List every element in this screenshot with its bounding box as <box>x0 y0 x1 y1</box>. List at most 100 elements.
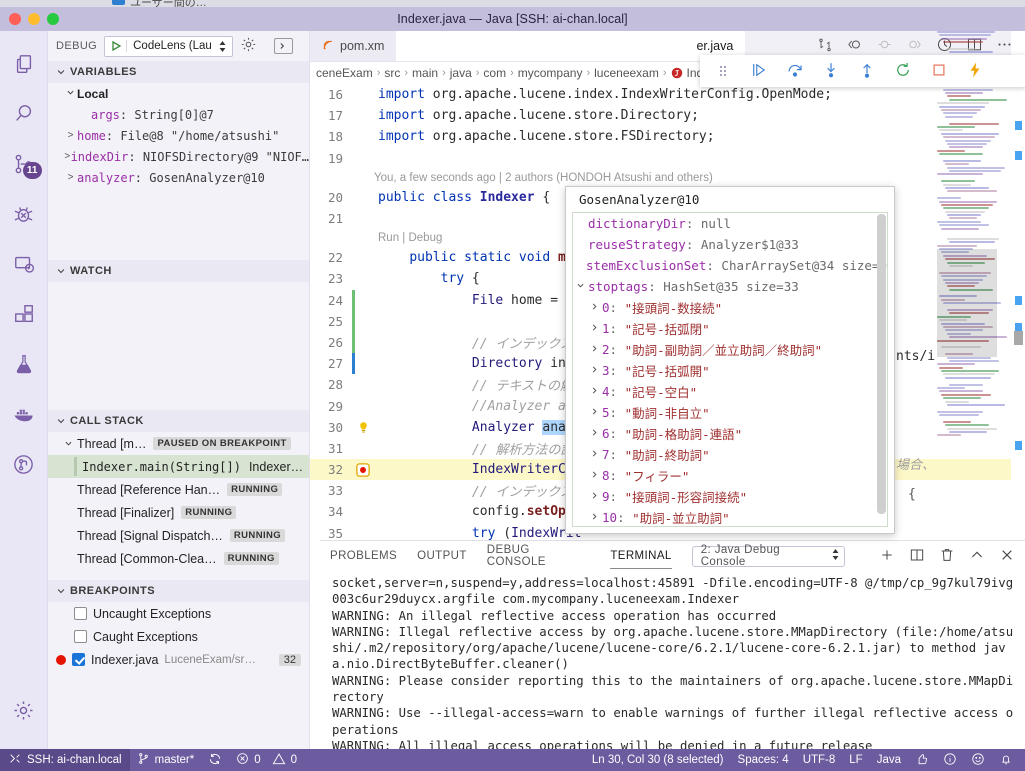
breadcrumb-item[interactable]: mycompany <box>518 66 583 80</box>
hover-variable-row[interactable]: reuseStrategy: Analyzer$1@33 <box>573 234 887 255</box>
variable-scope-local[interactable]: Local <box>48 83 309 104</box>
status-cursor-position[interactable]: Ln 30, Col 30 (8 selected) <box>585 749 731 771</box>
step-into-button[interactable] <box>816 56 846 86</box>
hover-stoptag-row[interactable]: 5: "動詞-非自立" <box>573 402 887 423</box>
editor-tab-pom-xml[interactable]: pom.xm <box>310 31 396 61</box>
panel-tab-output[interactable]: OUTPUT <box>417 541 467 571</box>
variable-row-analyzer[interactable]: > analyzer: GosenAnalyzer@10 <box>48 167 309 188</box>
debug-hover-popup[interactable]: GosenAnalyzer@10 dictionaryDir: nullreus… <box>565 186 895 534</box>
chevron-right-icon[interactable] <box>587 491 602 503</box>
hover-variable-row[interactable]: stoptags: HashSet@35 size=33 <box>573 276 887 297</box>
hover-stoptag-row[interactable]: 1: "記号-括弧閉" <box>573 318 887 339</box>
breakpoints-section-header[interactable]: BREAKPOINTS <box>48 580 309 602</box>
close-panel-icon[interactable] <box>999 547 1015 566</box>
chevron-right-icon[interactable] <box>587 344 602 356</box>
hover-stoptag-row[interactable]: 3: "記号-括弧開" <box>573 360 887 381</box>
status-language-mode[interactable]: Java <box>870 749 908 771</box>
hover-variable-row[interactable]: dictionaryDir: null <box>573 213 887 234</box>
hover-variable-row[interactable]: stemExclusionSet: CharArraySet@34 size=0 <box>573 255 887 276</box>
split-terminal-icon[interactable] <box>909 547 925 566</box>
breadcrumb-item[interactable]: luceneexam <box>594 66 659 80</box>
floating-debug-toolbar[interactable] <box>700 55 1025 87</box>
activity-item-explorer[interactable] <box>0 39 48 89</box>
activity-item-testing[interactable] <box>0 339 48 389</box>
breakpoint-indexer-java[interactable]: Indexer.java LuceneExam/sr… 32 <box>48 648 309 671</box>
activity-item-remote-explorer[interactable] <box>0 239 48 289</box>
activity-item-gitlens[interactable] <box>0 439 48 489</box>
variable-row-home[interactable]: > home: File@8 "/home/atsushi" <box>48 125 309 146</box>
status-sync[interactable] <box>201 749 229 771</box>
breadcrumb-item[interactable]: main <box>412 66 438 80</box>
terminal-output[interactable]: socket,server=n,suspend=y,address=localh… <box>320 571 1025 771</box>
status-indentation[interactable]: Spaces: 4 <box>731 749 796 771</box>
activity-item-docker[interactable] <box>0 389 48 439</box>
step-out-button[interactable] <box>852 56 882 86</box>
terminal-selector[interactable]: 2: Java Debug Console <box>692 546 845 567</box>
chevron-right-icon[interactable]: > <box>64 172 77 183</box>
hot-reload-button[interactable] <box>960 56 990 86</box>
variable-row-indexdir[interactable]: > indexDir: NIOFSDirectory@9 "NIOF… <box>48 146 309 167</box>
chevron-down-icon[interactable] <box>64 439 77 448</box>
chevron-right-icon[interactable] <box>587 470 602 482</box>
chevron-right-icon[interactable] <box>587 323 602 335</box>
activity-item-extensions[interactable] <box>0 289 48 339</box>
open-debug-console-button[interactable] <box>274 38 293 54</box>
hover-popup-scrollbar[interactable] <box>877 214 886 514</box>
circle-icon[interactable] <box>876 36 893 56</box>
twisty-icon[interactable] <box>573 281 588 293</box>
maximize-panel-icon[interactable] <box>969 547 985 566</box>
variable-row-args[interactable]: args: String[0]@7 <box>48 104 309 125</box>
hover-stoptag-row[interactable]: 0: "接頭詞-数接続" <box>573 297 887 318</box>
restart-button[interactable] <box>888 56 918 86</box>
status-info[interactable] <box>936 749 964 771</box>
panel-tab-debug-console[interactable]: DEBUG CONSOLE <box>487 541 591 571</box>
chevron-right-icon[interactable] <box>587 365 602 377</box>
chevron-right-icon[interactable]: > <box>64 130 77 141</box>
debug-configuration-select[interactable]: CodeLens (Lau <box>104 36 233 57</box>
chevron-right-icon[interactable]: > <box>64 151 71 162</box>
kill-terminal-icon[interactable] <box>939 547 955 566</box>
hover-stoptag-row[interactable]: 8: "フィラー" <box>573 465 887 486</box>
call-stack-thread-reference-handler[interactable]: Thread [Reference Han… RUNNING <box>48 478 309 501</box>
activity-item-search[interactable] <box>0 89 48 139</box>
chevron-right-icon[interactable] <box>587 512 602 524</box>
code-line[interactable]: 16import org.apache.lucene.index.IndexWr… <box>310 84 1025 105</box>
breadcrumb-item[interactable]: src <box>384 66 400 80</box>
step-over-button[interactable] <box>780 56 810 86</box>
status-encoding[interactable]: UTF-8 <box>796 749 843 771</box>
close-window-button[interactable] <box>9 13 21 25</box>
editor-scrollbar[interactable] <box>1011 31 1025 491</box>
status-problems[interactable]: 0 0 <box>229 749 304 771</box>
hover-stoptag-row[interactable]: 7: "助詞-終助詞" <box>573 444 887 465</box>
call-stack-thread-finalizer[interactable]: Thread [Finalizer] RUNNING <box>48 501 309 524</box>
code-line[interactable]: 18import org.apache.lucene.store.FSDirec… <box>310 126 1025 147</box>
breadcrumb-item[interactable]: java <box>450 66 472 80</box>
chevron-right-icon[interactable] <box>587 449 602 461</box>
chevron-right-icon[interactable] <box>587 302 602 314</box>
hover-stoptag-row[interactable]: 6: "助詞-格助詞-連語" <box>573 423 887 444</box>
breadcrumb-item[interactable]: ceneExam <box>316 66 373 80</box>
chevron-right-icon[interactable] <box>587 428 602 440</box>
scrollbar-thumb[interactable] <box>1014 331 1023 345</box>
chevron-right-icon[interactable] <box>587 386 602 398</box>
debug-settings-button[interactable] <box>240 36 257 56</box>
call-stack-frame-indexer-main[interactable]: Indexer.main(String[]) Indexer… <box>48 455 309 478</box>
window-controls[interactable] <box>9 7 59 31</box>
breakpoint-caught-exceptions[interactable]: Caught Exceptions <box>48 625 309 648</box>
maximize-window-button[interactable] <box>47 13 59 25</box>
variables-section-header[interactable]: VARIABLES <box>48 61 309 83</box>
chevron-updown-icon[interactable] <box>216 40 229 53</box>
checkbox[interactable] <box>74 630 87 643</box>
status-notifications[interactable] <box>992 749 1025 771</box>
activity-item-source-control[interactable]: 11 <box>0 139 48 189</box>
call-stack-thread-signal-dispatcher[interactable]: Thread [Signal Dispatch… RUNNING <box>48 524 309 547</box>
panel-tab-terminal[interactable]: TERMINAL <box>610 541 671 571</box>
new-terminal-icon[interactable] <box>879 547 895 566</box>
hover-popup-body[interactable]: dictionaryDir: nullreuseStrategy: Analyz… <box>572 212 888 527</box>
status-smiley[interactable] <box>964 749 992 771</box>
status-eol[interactable]: LF <box>842 749 869 771</box>
breakpoint-uncaught-exceptions[interactable]: Uncaught Exceptions <box>48 602 309 625</box>
code-line[interactable]: 17import org.apache.lucene.store.Directo… <box>310 105 1025 126</box>
watch-section-header[interactable]: WATCH <box>48 260 309 282</box>
status-feedback[interactable] <box>908 749 936 771</box>
